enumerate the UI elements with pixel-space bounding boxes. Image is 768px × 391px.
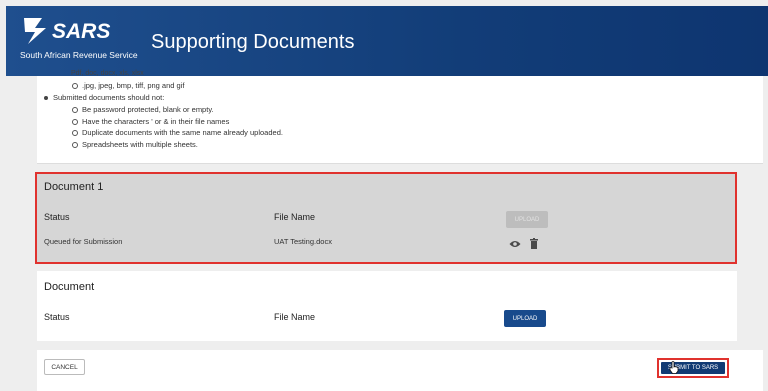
- submit-highlight: SUBMIT TO SARS: [657, 358, 729, 378]
- document-2-title: Document: [44, 281, 95, 293]
- sars-logo-icon: SARS: [24, 18, 110, 44]
- rules-heading-list: Submitted documents should not:: [43, 92, 165, 104]
- app-header: SARS South African Revenue Service Suppo…: [6, 6, 768, 76]
- footer-actions: CANCEL SUBMIT TO SARS: [37, 350, 763, 391]
- list-item: Duplicate documents with the same name a…: [72, 128, 283, 137]
- status-label: Status: [44, 312, 70, 322]
- rules-list: Be password protected, blank or empty. H…: [72, 104, 283, 151]
- allowed-formats-list: .jpg, jpeg, bmp, tiff, png and gif: [71, 80, 185, 92]
- page-frame: SARS South African Revenue Service Suppo…: [0, 0, 768, 391]
- document-2-card: Document Status File Name UPLOAD: [37, 271, 737, 341]
- logo-subtitle: South African Revenue Service: [20, 50, 138, 60]
- instructions-cut-line: Pdf, doc, docx, xls, xlsx: [71, 70, 144, 77]
- rules-heading: Submitted documents should not:: [43, 93, 165, 102]
- list-item: .jpg, jpeg, bmp, tiff, png and gif: [71, 81, 185, 90]
- logo-text: SARS: [52, 20, 110, 43]
- status-value: Queued for Submission: [44, 237, 123, 246]
- list-item: Spreadsheets with multiple sheets.: [72, 139, 283, 151]
- document-1-title: Document 1: [44, 181, 104, 193]
- file-name-label: File Name: [274, 212, 316, 222]
- document-1-card: Document 1 Status File Name Queued for S…: [35, 172, 737, 264]
- list-item: Be password protected, blank or empty.: [72, 104, 283, 116]
- instructions-card: Pdf, doc, docx, xls, xlsx .jpg, jpeg, bm…: [37, 70, 763, 164]
- cursor-hand-icon: [669, 361, 679, 374]
- upload-button-disabled[interactable]: UPLOAD: [506, 211, 548, 228]
- status-label: Status: [44, 212, 70, 222]
- list-item: Have the characters ' or & in their file…: [72, 116, 283, 128]
- trash-icon[interactable]: [530, 238, 538, 249]
- file-name-label: File Name: [274, 312, 316, 322]
- upload-button[interactable]: UPLOAD: [504, 310, 546, 327]
- cancel-button[interactable]: CANCEL: [44, 359, 85, 375]
- file-name-value: UAT Testing.docx: [274, 237, 332, 246]
- page-title: Supporting Documents: [151, 31, 355, 53]
- eye-icon[interactable]: [509, 240, 521, 248]
